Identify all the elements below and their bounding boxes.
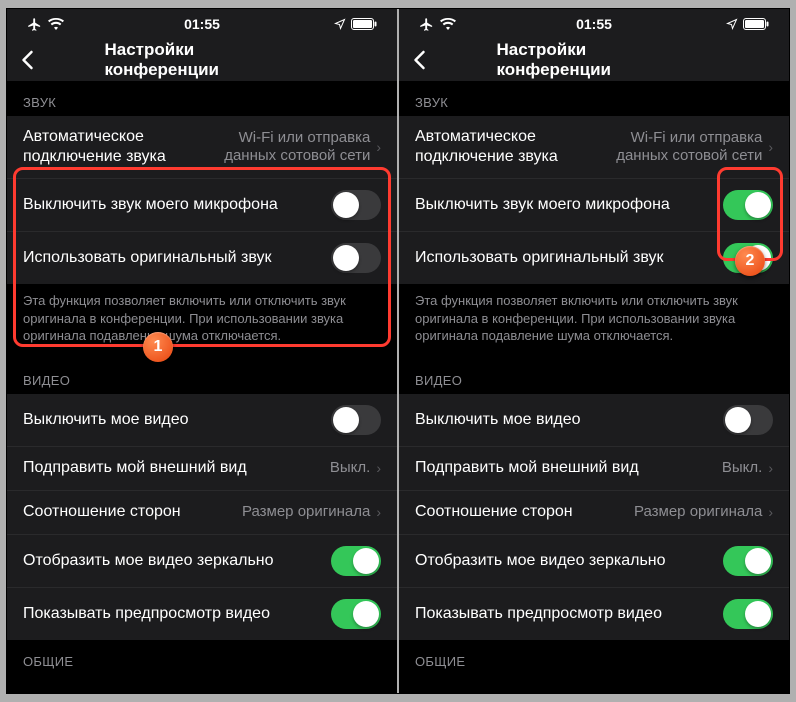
phone-screen-right: 01:55 Настройки конференции ЗВУК Автомат… (399, 9, 789, 693)
status-bar: 01:55 (7, 9, 397, 39)
mute-mic-toggle[interactable] (331, 190, 381, 220)
aspect-value: Размер оригинала (634, 503, 762, 521)
section-header-sound: ЗВУК (7, 81, 397, 116)
status-left (27, 17, 64, 32)
nav-title: Настройки конференции (497, 40, 692, 80)
status-time: 01:55 (184, 16, 220, 32)
chevron-right-icon: › (768, 139, 773, 155)
video-off-toggle[interactable] (331, 405, 381, 435)
wifi-icon (440, 18, 456, 30)
status-bar: 01:55 (399, 9, 789, 39)
section-header-general: ОБЩИЕ (7, 640, 397, 675)
row-aspect[interactable]: Соотношение сторон Размер оригинала › (7, 491, 397, 535)
touch-up-label: Подправить мой внешний вид (415, 458, 722, 478)
battery-icon (743, 18, 769, 30)
chevron-right-icon: › (376, 460, 381, 476)
auto-audio-value: Wi-Fi или отправка данных сотовой сети (602, 129, 762, 165)
nav-title: Настройки конференции (105, 40, 300, 80)
nav-bar: Настройки конференции (399, 39, 789, 81)
airplane-icon (27, 17, 42, 32)
row-preview: Показывать предпросмотр видео (399, 588, 789, 640)
original-sound-toggle[interactable] (331, 243, 381, 273)
row-touch-up[interactable]: Подправить мой внешний вид Выкл. › (7, 447, 397, 491)
mirror-toggle[interactable] (331, 546, 381, 576)
airplane-icon (419, 17, 434, 32)
back-chevron-icon[interactable] (21, 50, 34, 70)
auto-audio-label: Автоматическое подключение звука (23, 127, 210, 167)
chevron-right-icon: › (768, 504, 773, 520)
location-icon (726, 18, 738, 30)
nav-bar: Настройки конференции (7, 39, 397, 81)
battery-icon (351, 18, 377, 30)
mirror-label: Отобразить мое видео зеркально (23, 551, 321, 571)
aspect-label: Соотношение сторон (23, 502, 242, 522)
row-aspect[interactable]: Соотношение сторон Размер оригинала › (399, 491, 789, 535)
status-left (419, 17, 456, 32)
section-header-general: ОБЩИЕ (399, 640, 789, 675)
video-off-label: Выключить мое видео (415, 410, 713, 430)
aspect-label: Соотношение сторон (415, 502, 634, 522)
touch-up-value: Выкл. (330, 459, 370, 477)
mute-mic-label: Выключить звук моего микрофона (23, 195, 321, 215)
mirror-label: Отобразить мое видео зеркально (415, 551, 713, 571)
original-sound-desc: Эта функция позволяет включить или отклю… (399, 284, 789, 359)
video-off-label: Выключить мое видео (23, 410, 321, 430)
auto-audio-label: Автоматическое подключение звука (415, 127, 602, 167)
preview-label: Показывать предпросмотр видео (415, 604, 713, 624)
row-original-sound: Использовать оригинальный звук (7, 232, 397, 284)
step-badge-2: 2 (735, 246, 765, 276)
mirror-toggle[interactable] (723, 546, 773, 576)
touch-up-label: Подправить мой внешний вид (23, 458, 330, 478)
row-mirror: Отобразить мое видео зеркально (399, 535, 789, 588)
auto-audio-value: Wi-Fi или отправка данных сотовой сети (210, 129, 370, 165)
row-video-off: Выключить мое видео (7, 394, 397, 447)
aspect-value: Размер оригинала (242, 503, 370, 521)
row-original-sound: Использовать оригинальный звук (399, 232, 789, 284)
section-header-video: ВИДЕО (7, 359, 397, 394)
section-header-video: ВИДЕО (399, 359, 789, 394)
content-area: ЗВУК Автоматическое подключение звука Wi… (399, 81, 789, 693)
preview-toggle[interactable] (723, 599, 773, 629)
row-mute-mic: Выключить звук моего микрофона (7, 179, 397, 232)
location-icon (334, 18, 346, 30)
mute-mic-toggle[interactable] (723, 190, 773, 220)
row-auto-audio[interactable]: Автоматическое подключение звука Wi-Fi и… (399, 116, 789, 179)
mute-mic-label: Выключить звук моего микрофона (415, 195, 713, 215)
phone-screen-left: 01:55 Настройки конференции ЗВУК Автомат… (7, 9, 397, 693)
step-badge-1: 1 (143, 332, 173, 362)
row-mirror: Отобразить мое видео зеркально (7, 535, 397, 588)
chevron-right-icon: › (376, 504, 381, 520)
back-chevron-icon[interactable] (413, 50, 426, 70)
row-auto-audio[interactable]: Автоматическое подключение звука Wi-Fi и… (7, 116, 397, 179)
original-sound-label: Использовать оригинальный звук (415, 248, 713, 268)
status-right (726, 18, 769, 30)
chevron-right-icon: › (376, 139, 381, 155)
status-time: 01:55 (576, 16, 612, 32)
row-video-off: Выключить мое видео (399, 394, 789, 447)
chevron-right-icon: › (768, 460, 773, 476)
status-right (334, 18, 377, 30)
content-area: ЗВУК Автоматическое подключение звука Wi… (7, 81, 397, 693)
wifi-icon (48, 18, 64, 30)
preview-label: Показывать предпросмотр видео (23, 604, 321, 624)
row-mute-mic: Выключить звук моего микрофона (399, 179, 789, 232)
original-sound-label: Использовать оригинальный звук (23, 248, 321, 268)
original-sound-desc: Эта функция позволяет включить или отклю… (7, 284, 397, 359)
row-preview: Показывать предпросмотр видео (7, 588, 397, 640)
section-header-sound: ЗВУК (399, 81, 789, 116)
video-off-toggle[interactable] (723, 405, 773, 435)
preview-toggle[interactable] (331, 599, 381, 629)
touch-up-value: Выкл. (722, 459, 762, 477)
row-touch-up[interactable]: Подправить мой внешний вид Выкл. › (399, 447, 789, 491)
screenshots-container: 01:55 Настройки конференции ЗВУК Автомат… (6, 8, 790, 694)
